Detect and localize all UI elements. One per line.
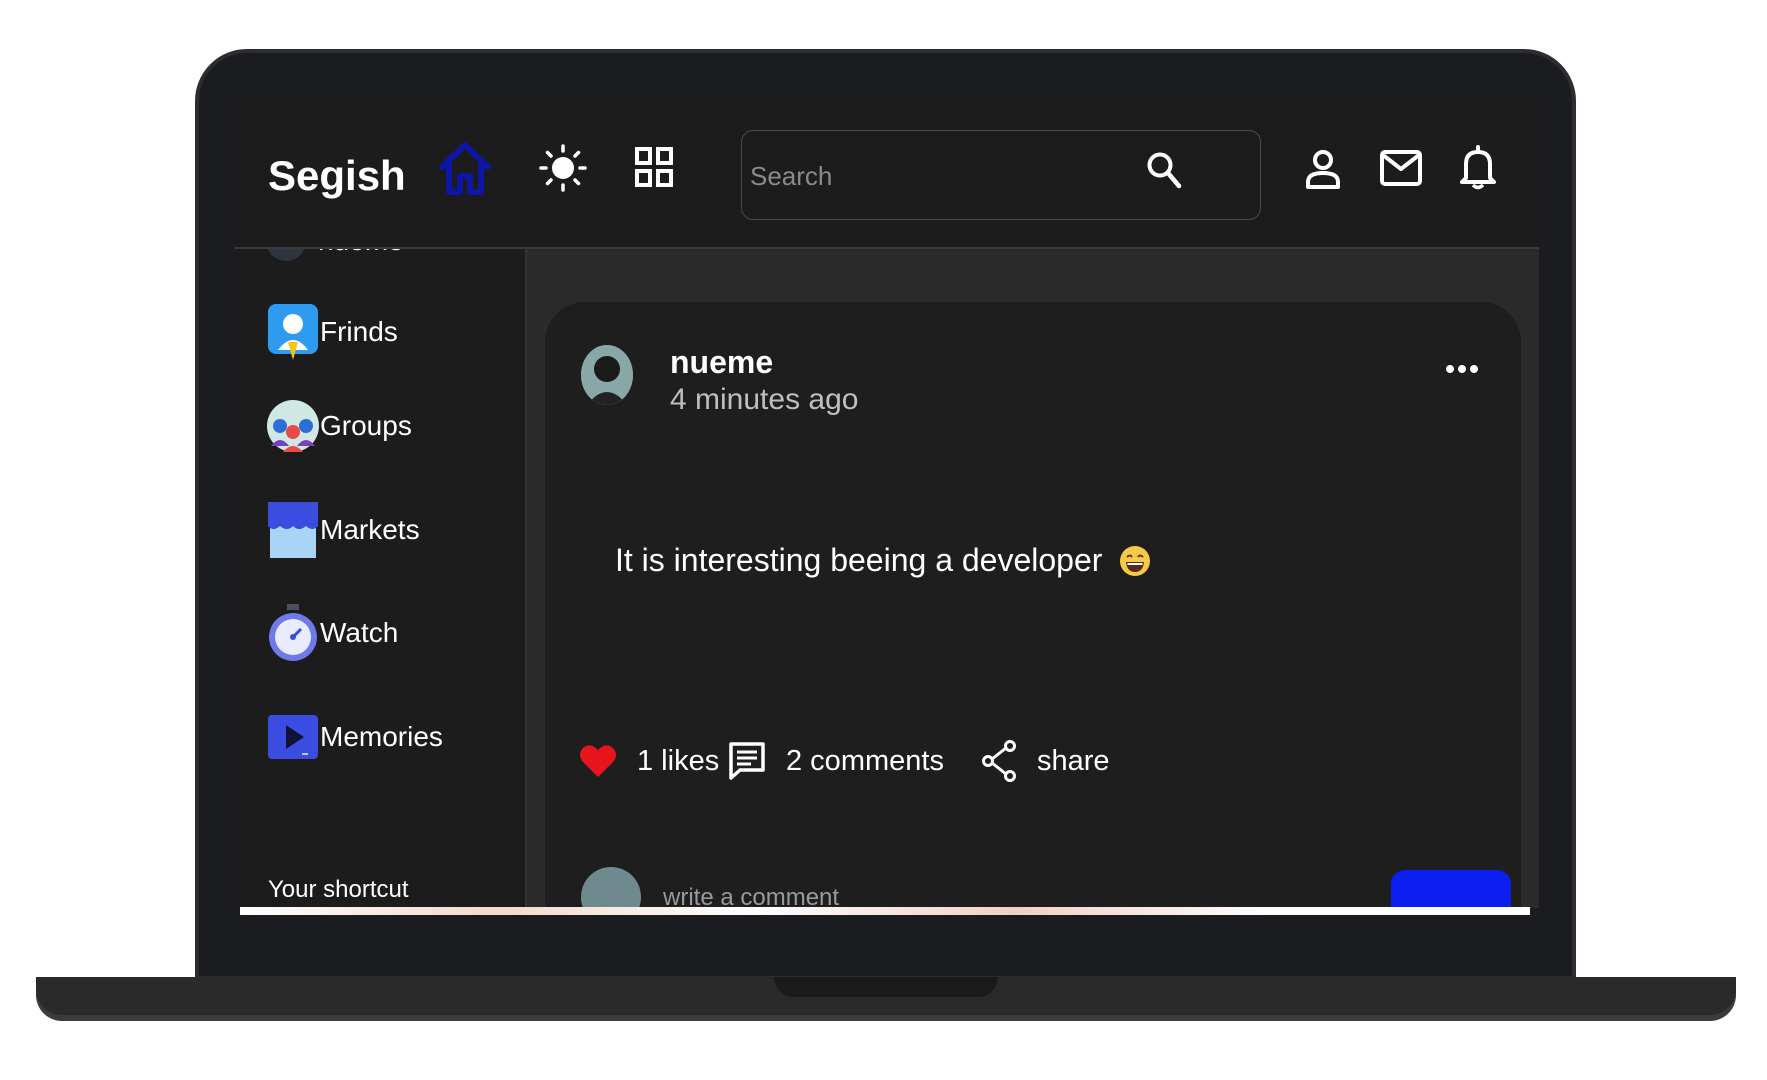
- sidebar-item-markets[interactable]: Markets: [266, 499, 420, 561]
- memories-icon: [268, 715, 318, 759]
- bell-icon[interactable]: [1460, 144, 1496, 190]
- friends-icon: [268, 304, 318, 360]
- grinning-emoji-icon: [1120, 546, 1151, 576]
- post-timestamp: 4 minutes ago: [670, 383, 859, 416]
- share-button[interactable]: share: [981, 737, 1110, 785]
- post-text-content: It is interesting beeing a developer: [615, 542, 1103, 578]
- market-icon: [268, 502, 318, 558]
- sidebar-item-groups[interactable]: Groups: [266, 395, 412, 457]
- sidebar-item-label: Frinds: [320, 316, 398, 347]
- sidebar-item-label: Markets: [320, 514, 420, 545]
- post-author-name[interactable]: nueme: [670, 344, 773, 381]
- search-icon[interactable]: [1146, 151, 1182, 191]
- left-sidebar: nueme Frinds Groups: [234, 249, 527, 908]
- sidebar-item-label: Memories: [320, 721, 443, 752]
- like-button[interactable]: 1 likes: [579, 737, 719, 785]
- avatar: [266, 249, 306, 261]
- comments-button[interactable]: 2 comments: [728, 737, 944, 785]
- likes-count: 1 likes: [637, 744, 720, 777]
- mail-icon[interactable]: [1380, 150, 1422, 186]
- post-text: It is interesting beeing a developer: [615, 542, 1151, 579]
- groups-icon: [267, 400, 319, 452]
- sidebar-item-label: Watch: [320, 617, 399, 648]
- author-avatar[interactable]: [581, 345, 633, 405]
- screen-bottom-edge: [240, 907, 1530, 915]
- comment-input[interactable]: [661, 877, 1315, 908]
- comment-icon: [729, 742, 765, 780]
- avatar-photo: [581, 345, 633, 405]
- sidebar-item-friends[interactable]: Frinds: [266, 301, 398, 363]
- grid-icon[interactable]: [634, 146, 674, 188]
- share-label: share: [1037, 744, 1110, 777]
- app-logo[interactable]: Segish: [268, 152, 406, 200]
- search-input[interactable]: [748, 155, 1152, 197]
- search-bar: [741, 130, 1261, 220]
- sidebar-item-memories[interactable]: Memories: [266, 706, 443, 768]
- heart-icon: [580, 745, 616, 777]
- sidebar-item-label: Groups: [320, 410, 412, 441]
- comments-count: 2 comments: [786, 744, 944, 777]
- send-comment-button[interactable]: [1391, 870, 1511, 908]
- comment-composer: [581, 867, 1511, 908]
- laptop-notch: [774, 977, 998, 997]
- sidebar-item-label: nueme: [318, 249, 404, 257]
- post-card: nueme 4 minutes ago It is interesting be…: [545, 302, 1521, 908]
- more-options-icon[interactable]: [1445, 362, 1479, 376]
- shortcut-section-title: Your shortcut: [268, 876, 409, 903]
- share-icon: [982, 740, 1016, 782]
- user-icon[interactable]: [1306, 149, 1340, 189]
- sidebar-item-profile[interactable]: nueme: [266, 249, 404, 261]
- sidebar-item-watch[interactable]: Watch: [266, 602, 398, 664]
- sun-icon[interactable]: [539, 144, 587, 192]
- laptop-screen: Segish Search Frinds Groups Markets Watc…: [234, 102, 1539, 908]
- watch-icon: [269, 604, 317, 661]
- commenter-avatar: [581, 867, 641, 908]
- home-icon[interactable]: [438, 140, 492, 196]
- top-navbar: Segish: [234, 102, 1539, 249]
